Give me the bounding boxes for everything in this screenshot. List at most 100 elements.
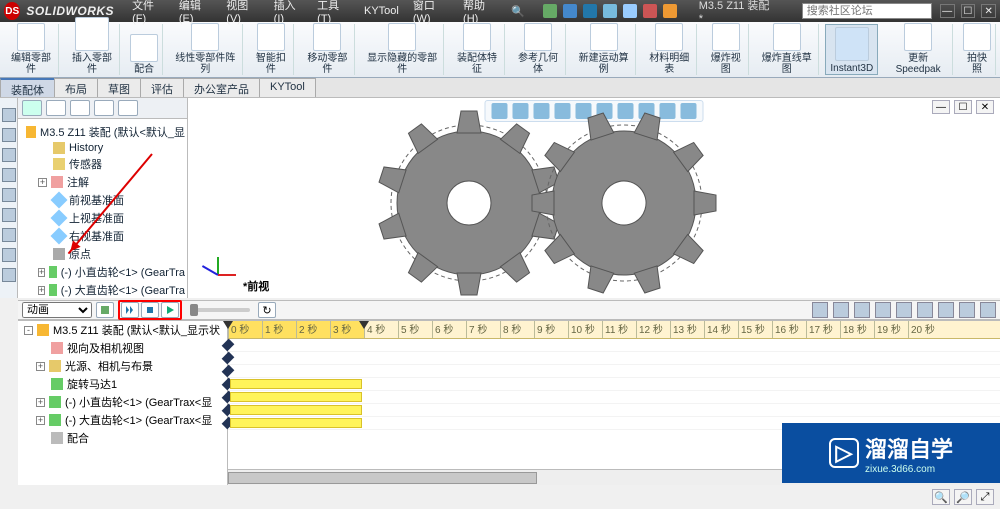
expand-toggle-icon[interactable]: +: [38, 178, 47, 187]
cmd-exploded-view[interactable]: 爆炸视图: [703, 24, 749, 75]
cmd-move-component[interactable]: 移动零部件: [300, 24, 355, 75]
lt-icon[interactable]: [2, 188, 16, 202]
lt-icon[interactable]: [2, 128, 16, 142]
tree-tab-config-icon[interactable]: [70, 100, 90, 116]
motion-collapse-icon[interactable]: [980, 302, 996, 318]
tab-evaluate[interactable]: 评估: [140, 78, 184, 97]
tl-zoom-out-icon[interactable]: 🔎: [954, 489, 972, 505]
cmd-edit-component[interactable]: 编辑零部件: [4, 24, 59, 75]
timeline-segment[interactable]: [230, 405, 362, 415]
timeline-row[interactable]: [228, 365, 1000, 378]
motion-type-select[interactable]: 动画: [22, 302, 92, 318]
menu-kytool[interactable]: KYTool: [358, 5, 405, 17]
expand-toggle-icon[interactable]: +: [36, 416, 45, 425]
menu-view[interactable]: 视图(V): [220, 0, 265, 25]
qat-new-icon[interactable]: [543, 4, 557, 18]
tree-tab-dimxpert-icon[interactable]: [94, 100, 114, 116]
tab-layout[interactable]: 布局: [54, 78, 98, 97]
playhead-marker-icon[interactable]: [359, 321, 369, 334]
community-search-input[interactable]: [802, 3, 932, 19]
tab-sketch[interactable]: 草图: [97, 78, 141, 97]
motion-key-icon[interactable]: [833, 302, 849, 318]
window-restore-icon[interactable]: ☐: [961, 4, 976, 18]
tab-assembly[interactable]: 装配体: [0, 78, 55, 97]
motion-spring-icon[interactable]: [875, 302, 891, 318]
window-minimize-icon[interactable]: —: [940, 4, 955, 18]
motion-gravity-icon[interactable]: [917, 302, 933, 318]
play-from-start-icon[interactable]: [121, 302, 139, 318]
timeline-tree-node[interactable]: +(-) 大直齿轮<1> (GearTrax<显: [18, 411, 227, 429]
window-close-icon[interactable]: ✕: [981, 4, 996, 18]
calculate-icon[interactable]: [96, 302, 114, 318]
playback-speed-slider[interactable]: [190, 308, 250, 312]
lt-icon[interactable]: [2, 228, 16, 242]
menu-window[interactable]: 窗口(W): [407, 0, 455, 25]
menu-tools[interactable]: 工具(T): [311, 0, 356, 25]
timeline-segment[interactable]: [230, 392, 362, 402]
timeline-tree-node[interactable]: 旋转马达1: [18, 375, 227, 393]
graphics-viewport[interactable]: — ☐ ✕: [188, 98, 1000, 298]
lt-icon[interactable]: [2, 148, 16, 162]
timeline-segment[interactable]: [230, 418, 362, 428]
playback-loop-icon[interactable]: ↻: [258, 302, 276, 318]
tree-node[interactable]: 前视基准面: [20, 191, 185, 209]
stop-icon[interactable]: [141, 302, 159, 318]
qat-open-icon[interactable]: [563, 4, 577, 18]
qat-print-icon[interactable]: [603, 4, 617, 18]
tree-root-node[interactable]: M3.5 Z11 装配 (默认<默认_显: [20, 123, 185, 141]
feature-tree[interactable]: M3.5 Z11 装配 (默认<默认_显 History传感器+注解前视基准面上…: [18, 119, 187, 298]
tree-node[interactable]: 原点: [20, 245, 185, 263]
qat-undo-icon[interactable]: [623, 4, 637, 18]
tab-office[interactable]: 办公室产品: [183, 78, 260, 97]
timeline-tree[interactable]: -M3.5 Z11 装配 (默认<默认_显示状视向及相机视图+光源、相机与布景旋…: [18, 321, 228, 485]
cmd-smart-fastener[interactable]: 智能扣件: [249, 24, 295, 75]
cmd-ref-geometry[interactable]: 参考几何体: [511, 24, 566, 75]
cmd-assembly-feature[interactable]: 装配体特征: [450, 24, 505, 75]
timeline-tree-node[interactable]: 配合: [18, 429, 227, 447]
play-button[interactable]: [161, 302, 179, 318]
timeline-row[interactable]: [228, 339, 1000, 352]
expand-toggle-icon[interactable]: +: [36, 362, 45, 371]
playhead-marker-icon[interactable]: [223, 321, 233, 334]
motion-settings-icon[interactable]: [959, 302, 975, 318]
expand-toggle-icon[interactable]: +: [36, 398, 45, 407]
qat-rebuild-icon[interactable]: [643, 4, 657, 18]
timeline-row[interactable]: [228, 352, 1000, 365]
cmd-insert-component[interactable]: 插入零部件: [65, 24, 120, 75]
lt-icon[interactable]: [2, 208, 16, 222]
cmd-instant3d[interactable]: Instant3D: [825, 24, 878, 75]
menu-search-icon[interactable]: 🔍: [505, 5, 531, 18]
cmd-bom[interactable]: 材料明细表: [642, 24, 697, 75]
qat-save-icon[interactable]: [583, 4, 597, 18]
qat-options-icon[interactable]: [663, 4, 677, 18]
expand-toggle-icon[interactable]: +: [38, 268, 45, 277]
tree-tab-property-icon[interactable]: [46, 100, 66, 116]
expand-toggle-icon[interactable]: -: [24, 326, 33, 335]
timeline-tree-node[interactable]: 视向及相机视图: [18, 339, 227, 357]
tree-node[interactable]: +(-) 大直齿轮<1> (GearTra: [20, 281, 185, 298]
timeline-tree-node[interactable]: +光源、相机与布景: [18, 357, 227, 375]
cmd-update-speedpak[interactable]: 更新Speedpak: [884, 24, 953, 75]
lt-icon[interactable]: [2, 248, 16, 262]
tl-zoom-fit-icon[interactable]: ⤢: [976, 489, 994, 505]
timeline-row[interactable]: [228, 378, 1000, 391]
tree-node[interactable]: History: [20, 141, 185, 155]
tree-node[interactable]: 传感器: [20, 155, 185, 173]
tree-tab-feature-icon[interactable]: [22, 100, 42, 116]
tl-zoom-in-icon[interactable]: 🔍: [932, 489, 950, 505]
timeline-tree-node[interactable]: -M3.5 Z11 装配 (默认<默认_显示状: [18, 321, 227, 339]
tab-kytool[interactable]: KYTool: [259, 78, 316, 97]
cmd-linear-pattern[interactable]: 线性零部件阵列: [169, 24, 242, 75]
lt-icon[interactable]: [2, 168, 16, 182]
motion-save-anim-icon[interactable]: [812, 302, 828, 318]
menu-insert[interactable]: 插入(I): [268, 0, 310, 25]
motion-result-icon[interactable]: [938, 302, 954, 318]
cmd-show-hidden[interactable]: 显示隐藏的零部件: [361, 24, 444, 75]
motion-motor-icon[interactable]: [854, 302, 870, 318]
tree-node[interactable]: +(-) 小直齿轮<1> (GearTra: [20, 263, 185, 281]
tree-node[interactable]: +注解: [20, 173, 185, 191]
expand-toggle-icon[interactable]: +: [38, 286, 45, 295]
gear-large[interactable]: [509, 98, 739, 298]
cmd-mate[interactable]: 配合: [126, 24, 163, 75]
menu-edit[interactable]: 编辑(E): [173, 0, 218, 25]
